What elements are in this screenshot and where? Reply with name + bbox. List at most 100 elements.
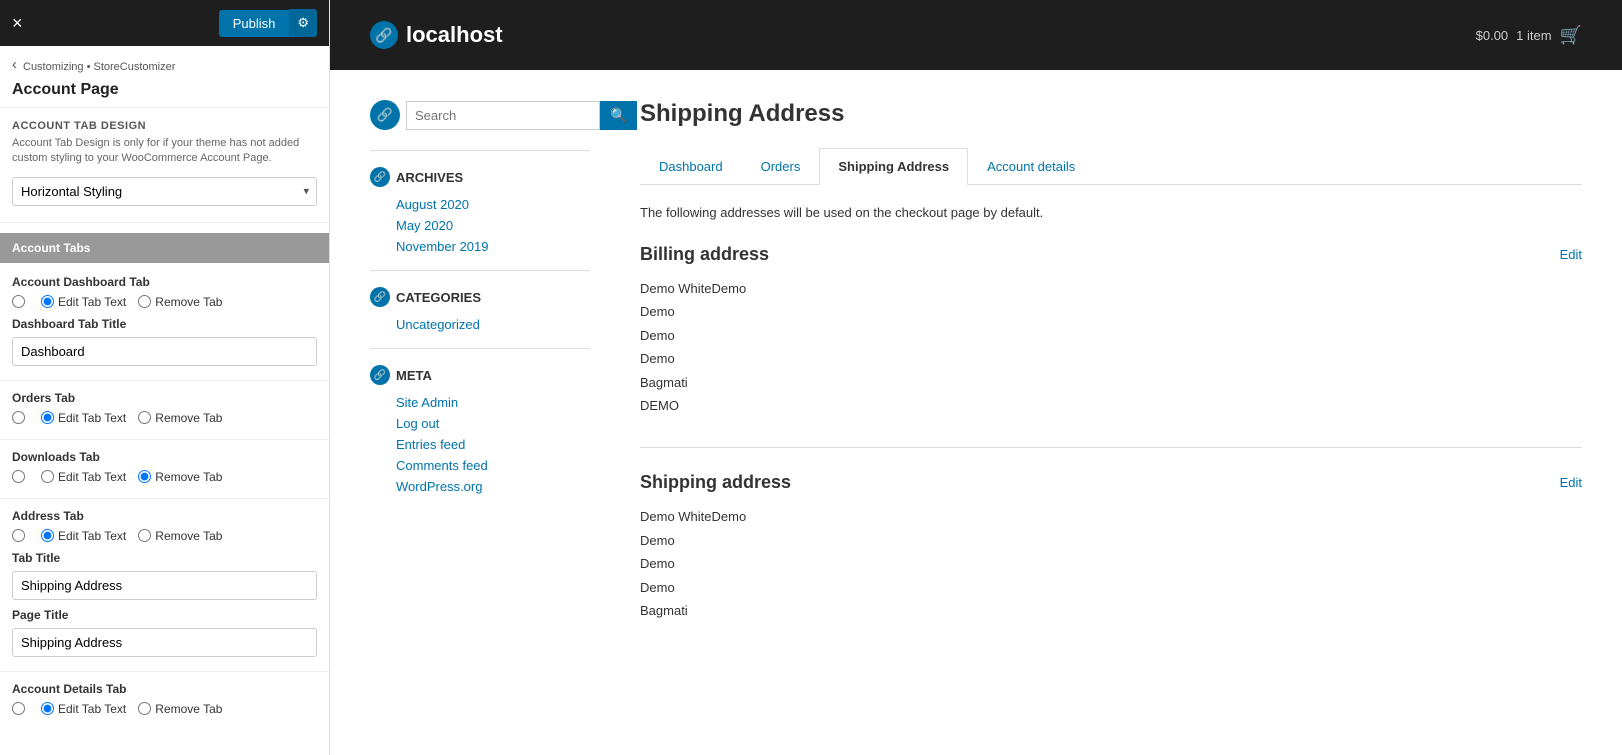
dashboard-remove-radio[interactable]: Remove Tab bbox=[138, 295, 222, 309]
panel-header: × Publish ⚙ bbox=[0, 0, 329, 46]
orders-remove-radio[interactable]: Remove Tab bbox=[138, 411, 222, 425]
main-content: Shipping Address Dashboard Orders Shippi… bbox=[620, 100, 1582, 725]
tab-shipping-address[interactable]: Shipping Address bbox=[819, 148, 968, 185]
dashboard-tab-title-label: Dashboard Tab Title bbox=[12, 317, 317, 331]
meta-link-siteadmin[interactable]: Site Admin bbox=[396, 395, 458, 410]
archives-link-nov[interactable]: November 2019 bbox=[396, 239, 489, 254]
address-divider bbox=[640, 447, 1582, 448]
address-remove-radio[interactable]: Remove Tab bbox=[138, 529, 222, 543]
search-widget: 🔗 🔍 bbox=[370, 100, 590, 130]
billing-edit-link[interactable]: Edit bbox=[1560, 247, 1582, 262]
back-button[interactable]: ‹ bbox=[12, 56, 17, 73]
address-edit-radio[interactable]: Edit Tab Text bbox=[41, 529, 126, 543]
address-reset-radio[interactable] bbox=[12, 529, 29, 542]
archives-title-text: ARCHIVES bbox=[396, 170, 463, 185]
meta-link-wordpress[interactable]: WordPress.org bbox=[396, 479, 482, 494]
site-preview: 🔗 localhost $0.00 1 item 🛒 🔗 🔍 🔗 ARCHIVE… bbox=[330, 0, 1622, 755]
orders-edit-radio[interactable]: Edit Tab Text bbox=[41, 411, 126, 425]
cart-amount: $0.00 bbox=[1476, 28, 1509, 43]
list-item: Comments feed bbox=[396, 458, 590, 473]
account-details-reset-radio[interactable] bbox=[12, 702, 29, 715]
divider-2 bbox=[0, 380, 329, 381]
list-item: May 2020 bbox=[396, 218, 590, 233]
shipping-page-title: Shipping Address bbox=[640, 100, 1582, 128]
shipping-edit-link[interactable]: Edit bbox=[1560, 475, 1582, 490]
list-item: Entries feed bbox=[396, 437, 590, 452]
account-tab-design-section: Account Tab Design Account Tab Design is… bbox=[12, 120, 317, 206]
meta-widget-title: 🔗 META bbox=[370, 365, 590, 385]
dashboard-edit-label: Edit Tab Text bbox=[58, 295, 126, 309]
downloads-reset-radio[interactable] bbox=[12, 470, 29, 483]
dashboard-radio-group: Edit Tab Text Remove Tab bbox=[12, 295, 317, 309]
account-details-tab-label: Account Details Tab bbox=[12, 682, 317, 696]
dashboard-remove-label: Remove Tab bbox=[155, 295, 222, 309]
list-item: Uncategorized bbox=[396, 317, 590, 332]
shipping-address-header: Shipping address Edit bbox=[640, 472, 1582, 493]
account-details-edit-radio[interactable]: Edit Tab Text bbox=[41, 702, 126, 716]
account-details-tab-section: Account Details Tab Edit Tab Text Remove… bbox=[12, 682, 317, 716]
categories-widget-title: 🔗 CATEGORIES bbox=[370, 287, 590, 307]
shipping-line1: Demo bbox=[640, 529, 1582, 552]
search-input[interactable] bbox=[406, 101, 600, 130]
orders-tab-section: Orders Tab Edit Tab Text Remove Tab bbox=[12, 391, 317, 425]
downloads-remove-radio[interactable]: Remove Tab bbox=[138, 470, 222, 484]
address-radio-group: Edit Tab Text Remove Tab bbox=[12, 529, 317, 543]
address-note: The following addresses will be used on … bbox=[640, 205, 1582, 220]
tab-title-label: Tab Title bbox=[12, 551, 317, 565]
widget-divider-2 bbox=[370, 270, 590, 271]
publish-gear-button[interactable]: ⚙ bbox=[289, 9, 317, 37]
search-widget-icon: 🔗 bbox=[370, 100, 400, 130]
dashboard-reset-radio[interactable] bbox=[12, 295, 29, 308]
dashboard-tab-section: Account Dashboard Tab Edit Tab Text Remo… bbox=[12, 275, 317, 366]
account-details-remove-radio[interactable]: Remove Tab bbox=[138, 702, 222, 716]
page-title-input[interactable] bbox=[12, 628, 317, 657]
categories-icon: 🔗 bbox=[370, 287, 390, 307]
divider-1 bbox=[0, 222, 329, 223]
close-button[interactable]: × bbox=[12, 14, 23, 32]
orders-tab-label: Orders Tab bbox=[12, 391, 317, 405]
downloads-radio-group: Edit Tab Text Remove Tab bbox=[12, 470, 317, 484]
billing-line4: Bagmati bbox=[640, 371, 1582, 394]
account-tabs-section-bar: Account Tabs bbox=[0, 233, 329, 263]
meta-icon: 🔗 bbox=[370, 365, 390, 385]
meta-link-comments-feed[interactable]: Comments feed bbox=[396, 458, 488, 473]
address-tab-section: Address Tab Edit Tab Text Remove Tab Tab… bbox=[12, 509, 317, 657]
billing-address-info: Demo WhiteDemo Demo Demo Demo Bagmati DE… bbox=[640, 277, 1582, 417]
cart-area: $0.00 1 item 🛒 bbox=[1476, 25, 1582, 46]
dashboard-edit-radio[interactable]: Edit Tab Text bbox=[41, 295, 126, 309]
orders-reset-radio[interactable] bbox=[12, 411, 29, 424]
archives-link-may[interactable]: May 2020 bbox=[396, 218, 453, 233]
widget-divider-1 bbox=[370, 150, 590, 151]
list-item: Site Admin bbox=[396, 395, 590, 410]
tab-dashboard[interactable]: Dashboard bbox=[640, 148, 742, 184]
dashboard-tab-title-input[interactable] bbox=[12, 337, 317, 366]
shipping-address-section: Shipping address Edit Demo WhiteDemo Dem… bbox=[640, 472, 1582, 622]
site-content: 🔗 🔍 🔗 ARCHIVES August 2020 May 2020 Nove… bbox=[330, 70, 1622, 755]
shipping-line4: Bagmati bbox=[640, 599, 1582, 622]
list-item: WordPress.org bbox=[396, 479, 590, 494]
styling-select[interactable]: Horizontal Styling Vertical Styling bbox=[12, 177, 317, 206]
tab-orders[interactable]: Orders bbox=[742, 148, 820, 184]
archives-list: August 2020 May 2020 November 2019 bbox=[370, 197, 590, 254]
billing-address-title: Billing address bbox=[640, 244, 769, 265]
shipping-line2: Demo bbox=[640, 552, 1582, 575]
page-title-label: Page Title bbox=[12, 608, 317, 622]
site-header: 🔗 localhost $0.00 1 item 🛒 bbox=[330, 0, 1622, 70]
categories-link-uncategorized[interactable]: Uncategorized bbox=[396, 317, 480, 332]
downloads-edit-radio[interactable]: Edit Tab Text bbox=[41, 470, 126, 484]
meta-link-entries-feed[interactable]: Entries feed bbox=[396, 437, 465, 452]
cart-icon: 🛒 bbox=[1560, 25, 1582, 46]
publish-button[interactable]: Publish bbox=[219, 10, 290, 37]
cart-items: 1 item bbox=[1516, 28, 1551, 43]
widget-divider-3 bbox=[370, 348, 590, 349]
tab-title-input[interactable] bbox=[12, 571, 317, 600]
shipping-address-info: Demo WhiteDemo Demo Demo Demo Bagmati bbox=[640, 505, 1582, 622]
breadcrumb-section: ‹ Customizing • StoreCustomizer Account … bbox=[0, 46, 329, 108]
shipping-name: Demo WhiteDemo bbox=[640, 505, 1582, 528]
tab-account-details[interactable]: Account details bbox=[968, 148, 1094, 184]
meta-link-logout[interactable]: Log out bbox=[396, 416, 439, 431]
orders-radio-group: Edit Tab Text Remove Tab bbox=[12, 411, 317, 425]
divider-5 bbox=[0, 671, 329, 672]
site-logo: 🔗 localhost bbox=[370, 21, 503, 49]
archives-link-aug[interactable]: August 2020 bbox=[396, 197, 469, 212]
